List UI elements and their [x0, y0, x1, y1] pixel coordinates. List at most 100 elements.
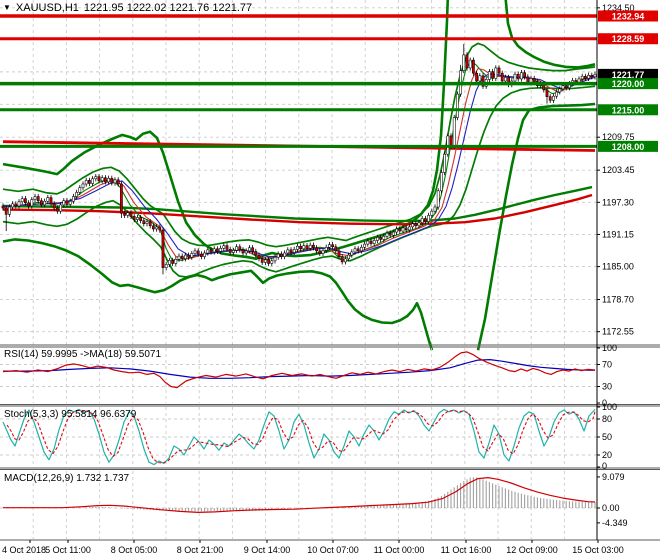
- candle-body: [27, 202, 30, 207]
- macd-scale-label: 0.00: [602, 503, 620, 513]
- candle-body: [500, 72, 504, 82]
- candle-body: [504, 77, 507, 82]
- candle-body: [164, 264, 168, 268]
- candle-body: [276, 253, 280, 258]
- candle-body: [100, 177, 104, 182]
- time-tick-label: 15 Oct 03:00: [572, 545, 624, 555]
- candle-body: [369, 240, 373, 244]
- candle-body: [136, 217, 139, 220]
- candle-body: [232, 250, 235, 253]
- candle-body: [376, 237, 379, 241]
- candle-body: [43, 200, 46, 206]
- candle-body: [590, 74, 594, 78]
- candle-body: [158, 226, 162, 231]
- candle-body: [548, 96, 552, 101]
- candle-body: [296, 245, 299, 250]
- candle-body: [526, 76, 530, 83]
- price-tick-label: 1185.00: [602, 262, 634, 272]
- candle-body: [347, 254, 350, 260]
- time-tick-label: 8 Oct 21:00: [177, 545, 224, 555]
- candle-body: [385, 232, 389, 237]
- candle-body: [430, 210, 434, 216]
- time-tick-label: 4 Oct 2018: [2, 545, 46, 555]
- candle-body: [513, 73, 517, 82]
- candle-body: [84, 180, 88, 185]
- candle-body: [8, 206, 11, 215]
- candle-body: [465, 54, 469, 69]
- candle-body: [280, 253, 283, 257]
- macd-scale-label: 9.079: [602, 472, 625, 482]
- candle-body: [420, 218, 424, 223]
- candle-body: [334, 246, 338, 252]
- candle-body: [196, 250, 200, 255]
- candle-body: [241, 249, 245, 254]
- stoch-scale-label: 100: [602, 402, 617, 412]
- candle-body: [545, 89, 549, 97]
- rsi-scale-label: 100: [602, 343, 617, 353]
- candle-body: [478, 75, 482, 82]
- candle-body: [14, 203, 18, 207]
- candle-body: [52, 203, 56, 209]
- candle-body: [520, 72, 523, 80]
- candle-body: [206, 249, 210, 254]
- symbol-dropdown-icon[interactable]: ▼: [3, 3, 11, 13]
- candle-body: [401, 227, 405, 232]
- candle-body: [251, 247, 254, 252]
- candle-body: [120, 183, 123, 214]
- candle-body: [350, 251, 354, 256]
- price-tick-label: 1191.15: [602, 229, 634, 239]
- candle-body: [292, 249, 296, 253]
- support-price-badge-label: 1208.00: [612, 142, 645, 152]
- candle-body: [212, 248, 216, 253]
- candle-body: [353, 248, 357, 253]
- candle-body: [324, 246, 328, 251]
- candle-body: [289, 249, 293, 253]
- candle-body: [81, 183, 85, 188]
- candle-body: [398, 228, 402, 232]
- rsi-scale-label: 70: [602, 360, 612, 370]
- macd-indicator-label: MACD(12,26,9) 1.732 1.737: [4, 473, 130, 484]
- candle-body: [523, 72, 526, 78]
- candle-body: [497, 67, 501, 74]
- time-tick-label: 10 Oct 07:00: [307, 545, 359, 555]
- candle-body: [424, 218, 427, 222]
- candle-body: [65, 200, 69, 205]
- candle-body: [340, 256, 344, 263]
- candle-body: [116, 179, 120, 185]
- candle-body: [468, 59, 472, 69]
- candle-body: [193, 250, 197, 254]
- price-tick-label: 1172.55: [602, 327, 634, 337]
- candle-body: [59, 204, 62, 212]
- time-tick-label: 9 Oct 14:00: [244, 545, 291, 555]
- rsi-scale-label: 30: [602, 382, 612, 392]
- candle-body: [593, 73, 597, 78]
- candle-body: [580, 76, 584, 80]
- candle-body: [187, 254, 190, 258]
- stoch-scale-label: 20: [602, 450, 612, 460]
- candle-body: [17, 201, 21, 207]
- candle-body: [427, 215, 430, 222]
- candle-body: [94, 176, 98, 180]
- candle-body: [584, 76, 587, 79]
- candle-body: [440, 172, 443, 192]
- candle-body: [449, 135, 453, 147]
- candle-body: [456, 93, 459, 118]
- candle-body: [462, 54, 466, 71]
- candle-body: [286, 249, 290, 254]
- candle-body: [11, 203, 14, 208]
- stoch-scale-label: 50: [602, 432, 612, 442]
- candle-body: [264, 259, 267, 263]
- candle-body: [475, 72, 478, 82]
- candle-body: [142, 220, 146, 225]
- candle-body: [408, 226, 411, 231]
- candle-body: [516, 73, 520, 80]
- candle-body: [363, 243, 366, 248]
- candle-body: [260, 258, 264, 263]
- resistance-price-badge-label: 1228.59: [612, 34, 645, 44]
- candle-body: [305, 245, 309, 249]
- macd-scale-label: -4.349: [602, 518, 628, 528]
- chart-title-symbol: XAUUSD,H1: [15, 2, 79, 14]
- candle-body: [203, 252, 206, 257]
- chart-title: ▼ XAUUSD,H1 1221.95 1222.02 1221.76 1221…: [3, 2, 252, 14]
- candle-body: [433, 206, 437, 212]
